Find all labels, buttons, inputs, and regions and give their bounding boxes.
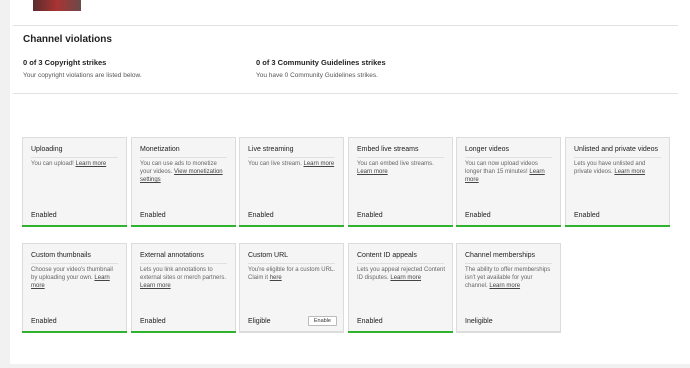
learn-more-link[interactable]: Learn more [303, 161, 334, 167]
feature-desc: You can use ads to monetize your videos.… [140, 160, 229, 184]
community-strikes: 0 of 3 Community Guidelines strikes You … [256, 58, 386, 79]
feature-title: Custom URL [248, 252, 289, 259]
feature-desc: Lets you appeal rejected Content ID disp… [357, 266, 446, 282]
status-bar [131, 331, 236, 333]
feature-title: Content ID appeals [357, 252, 417, 259]
feature-card-live-streaming: Live streaming You can live stream. Lear… [239, 137, 344, 227]
feature-status: Enabled [31, 318, 57, 325]
feature-desc: The ability to offer memberships isn't y… [465, 266, 554, 290]
feature-desc: You're eligible for a custom URL. Claim … [248, 266, 337, 282]
feature-title: Monetization [140, 146, 180, 153]
divider [13, 93, 678, 94]
copyright-strikes: 0 of 3 Copyright strikes Your copyright … [23, 58, 142, 79]
enable-button[interactable]: Enable [307, 316, 337, 326]
feature-card-longer-videos: Longer videos You can now upload videos … [456, 137, 561, 227]
feature-card-monetization: Monetization You can use ads to monetize… [131, 137, 236, 227]
feature-card-content-id-appeals: Content ID appeals Lets you appeal rejec… [348, 243, 453, 333]
community-strikes-title: 0 of 3 Community Guidelines strikes [256, 58, 386, 67]
divider [574, 157, 661, 158]
learn-more-link[interactable]: Learn more [76, 161, 107, 167]
copyright-strikes-subtitle: Your copyright violations are listed bel… [23, 72, 142, 79]
learn-more-link[interactable]: Learn more [489, 283, 520, 289]
divider [357, 157, 444, 158]
feature-desc: Choose your video's thumbnail by uploadi… [31, 266, 120, 290]
status-bar [565, 225, 670, 227]
feature-status: Enabled [465, 212, 491, 219]
status-bar [456, 331, 561, 333]
feature-desc-text: You're eligible for a custom URL. Claim … [248, 267, 335, 281]
feature-desc-text: You can now upload videos longer than 15… [465, 161, 538, 175]
feature-card-custom-thumbnails: Custom thumbnails Choose your video's th… [22, 243, 127, 333]
status-bar [348, 225, 453, 227]
feature-desc: Lets you have unlisted and private video… [574, 160, 663, 176]
copyright-strikes-title: 0 of 3 Copyright strikes [23, 58, 107, 67]
learn-more-link[interactable]: Learn more [140, 283, 171, 289]
channel-thumbnail[interactable] [33, 0, 81, 11]
feature-card-embed-live-streams: Embed live streams You can embed live st… [348, 137, 453, 227]
feature-desc: You can now upload videos longer than 15… [465, 160, 554, 184]
divider [13, 25, 678, 26]
learn-more-link[interactable]: Learn more [390, 275, 421, 281]
status-bar [348, 331, 453, 333]
feature-status: Enabled [248, 212, 274, 219]
feature-desc: You can embed live streams. Learn more [357, 160, 446, 176]
status-bar [239, 331, 344, 333]
feature-desc-text: Lets you link annotations to external si… [140, 267, 227, 281]
divider [248, 263, 335, 264]
divider [248, 157, 335, 158]
feature-desc: Lets you link annotations to external si… [140, 266, 229, 290]
feature-desc: You can live stream. Learn more [248, 160, 337, 168]
feature-title: Channel memberships [465, 252, 536, 259]
status-bar [131, 225, 236, 227]
community-strikes-subtitle: You have 0 Community Guidelines strikes. [256, 72, 378, 79]
feature-status: Ineligible [465, 318, 493, 325]
status-bar [456, 225, 561, 227]
divider [140, 263, 227, 264]
divider [31, 157, 118, 158]
claim-here-link[interactable]: here [270, 275, 282, 281]
feature-desc-text: You can upload! [31, 161, 74, 167]
feature-status: Enabled [574, 212, 600, 219]
feature-status: Eligible [248, 318, 271, 325]
feature-title: Live streaming [248, 146, 294, 153]
divider [31, 263, 118, 264]
feature-card-uploading: Uploading You can upload! Learn more Ena… [22, 137, 127, 227]
divider [465, 157, 552, 158]
status-bar [22, 331, 127, 333]
feature-title: Unlisted and private videos [574, 146, 659, 153]
divider [357, 263, 444, 264]
feature-status: Enabled [140, 318, 166, 325]
feature-card-unlisted-private: Unlisted and private videos Lets you hav… [565, 137, 670, 227]
feature-title: Longer videos [465, 146, 509, 153]
feature-desc-text: You can live stream. [248, 161, 302, 167]
feature-card-channel-memberships: Channel memberships The ability to offer… [456, 243, 561, 333]
learn-more-link[interactable]: Learn more [357, 169, 388, 175]
learn-more-link[interactable]: Learn more [614, 169, 645, 175]
status-bar [22, 225, 127, 227]
feature-title: Uploading [31, 146, 63, 153]
feature-status: Enabled [357, 318, 383, 325]
feature-status: Enabled [31, 212, 57, 219]
divider [465, 263, 552, 264]
feature-title: External annotations [140, 252, 204, 259]
feature-status: Enabled [357, 212, 383, 219]
feature-status: Enabled [140, 212, 166, 219]
feature-desc: You can upload! Learn more [31, 160, 120, 168]
feature-desc-text: You can embed live streams. [357, 161, 434, 167]
channel-violations-title: Channel violations [23, 34, 112, 45]
status-bar [239, 225, 344, 227]
feature-title: Embed live streams [357, 146, 419, 153]
feature-title: Custom thumbnails [31, 252, 91, 259]
divider [140, 157, 227, 158]
feature-card-external-annotations: External annotations Lets you link annot… [131, 243, 236, 333]
feature-card-custom-url: Custom URL You're eligible for a custom … [239, 243, 344, 333]
